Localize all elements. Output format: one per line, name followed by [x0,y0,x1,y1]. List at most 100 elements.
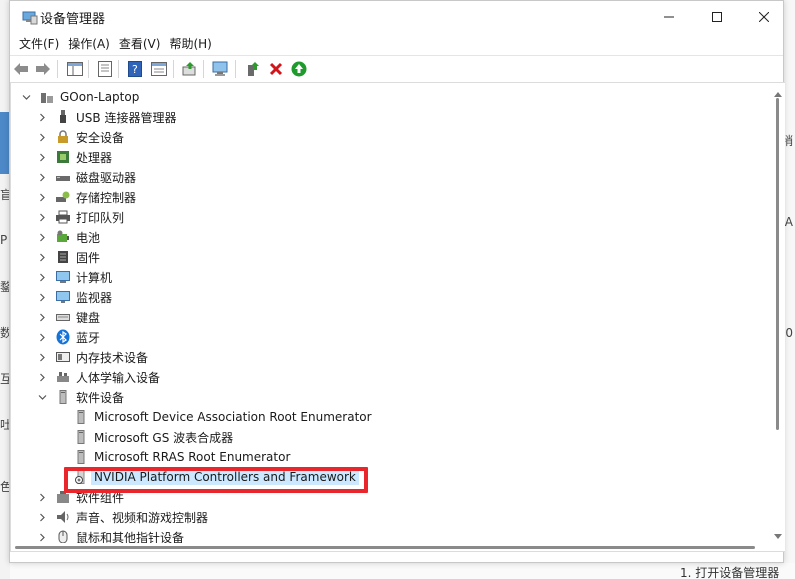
tree-category[interactable]: 监视器 [37,287,112,307]
menu-file[interactable]: 文件(F) [10,35,59,52]
hid-icon [55,369,71,385]
tree-category[interactable]: 键盘 [37,307,100,327]
category-label: 固件 [76,250,101,265]
category-label: 蓝牙 [76,330,101,345]
firmware-icon [55,249,71,265]
menu-help[interactable]: 帮助(H) [160,35,211,52]
chevron-right-icon[interactable] [37,532,47,542]
chevron-right-icon[interactable] [37,272,47,282]
chevron-right-icon[interactable] [37,212,47,222]
tree-device[interactable]: Microsoft GS 波表合成器 [73,427,233,447]
close-button[interactable] [741,1,787,32]
device-label: Microsoft GS 波表合成器 [94,430,234,445]
chevron-right-icon[interactable] [37,112,47,122]
menu-bar: 文件(F) 操作(A) 查看(V) 帮助(H) [10,32,783,54]
tree-category[interactable]: 电池 [37,227,100,247]
category-label: 人体学输入设备 [76,370,161,385]
chevron-right-icon[interactable] [37,372,47,382]
chevron-right-icon[interactable] [37,352,47,362]
tree-device[interactable]: Microsoft RRAS Root Enumerator [73,447,290,467]
category-label: 处理器 [76,150,113,165]
update-driver-icon[interactable] [181,60,199,78]
device-manager-app-icon [22,9,38,25]
device-label: Microsoft RRAS Root Enumerator [94,450,291,464]
category-label: 计算机 [76,270,113,285]
category-label: 软件设备 [76,390,125,405]
chevron-down-icon[interactable] [37,392,47,402]
chevron-right-icon[interactable] [37,172,47,182]
tree-category[interactable]: 声音、视频和游戏控制器 [37,507,208,527]
bluetooth-icon [55,329,71,345]
background-window-bottom: 1. 打开设备管理器 [10,563,795,579]
tree-category[interactable]: 处理器 [37,147,112,167]
chevron-right-icon[interactable] [37,132,47,142]
battery-icon [55,229,71,245]
back-arrow-icon[interactable] [12,60,30,78]
tree-category[interactable]: 安全设备 [37,127,124,147]
category-label: USB 连接器管理器 [76,110,177,125]
properties-sheet-icon[interactable] [96,60,114,78]
vertical-scrollbar[interactable] [771,83,785,543]
rollback-driver-icon[interactable] [290,60,308,78]
background-text: 1. 打开设备管理器 [680,566,780,579]
security-device-icon [55,129,71,145]
tree-category[interactable]: 计算机 [37,267,112,287]
category-label: 内存技术设备 [76,350,149,365]
category-label: 存储控制器 [76,190,137,205]
chevron-right-icon[interactable] [37,512,47,522]
computer-name: GOon-Laptop [60,90,140,104]
category-label: 键盘 [76,310,101,325]
tree-root[interactable]: GOon-Laptop [21,87,139,107]
tree-category-software-devices[interactable]: 软件设备 [37,387,124,407]
chevron-right-icon[interactable] [37,192,47,202]
software-device-icon [73,449,89,465]
tree-category[interactable]: 固件 [37,247,100,267]
scan-hardware-changes-icon[interactable] [212,60,230,78]
show-hide-console-tree-icon[interactable] [66,60,84,78]
tree-device[interactable]: Microsoft Device Association Root Enumer… [73,407,372,427]
chevron-right-icon[interactable] [37,252,47,262]
chevron-right-icon[interactable] [37,312,47,322]
tree-category[interactable]: 人体学输入设备 [37,367,160,387]
tree-category[interactable]: 存储控制器 [37,187,136,207]
horizontal-scroll-thumb[interactable] [15,546,755,549]
tree-category[interactable]: 磁盘驱动器 [37,167,136,187]
category-label: 监视器 [76,290,113,305]
title-bar[interactable]: 设备管理器 [10,1,783,32]
chevron-right-icon[interactable] [37,332,47,342]
category-label: 声音、视频和游戏控制器 [76,510,209,525]
computer-icon [39,89,55,105]
menu-view[interactable]: 查看(V) [110,35,161,52]
chevron-right-icon[interactable] [37,492,47,502]
tree-category[interactable]: USB 连接器管理器 [37,107,176,127]
background-accent-bar [0,112,9,174]
printer-icon [55,209,71,225]
horizontal-scrollbar[interactable] [11,543,771,551]
memory-device-icon [55,349,71,365]
category-label: 安全设备 [76,130,125,145]
toolbar: ? [10,55,783,83]
uninstall-device-icon[interactable] [267,60,285,78]
category-label: 磁盘驱动器 [76,170,137,185]
svg-text:?: ? [132,63,138,76]
maximize-button[interactable] [694,1,740,32]
tree-category[interactable]: 蓝牙 [37,327,100,347]
menu-action[interactable]: 操作(A) [59,35,110,52]
disk-drive-icon [55,169,71,185]
tree-category[interactable]: 打印队列 [37,207,124,227]
usb-connector-icon [55,109,71,125]
tree-category[interactable]: 内存技术设备 [37,347,148,367]
minimize-button[interactable] [646,1,692,32]
chevron-right-icon[interactable] [37,292,47,302]
chevron-right-icon[interactable] [37,232,47,242]
enable-device-icon[interactable] [244,60,262,78]
chevron-right-icon[interactable] [37,152,47,162]
vertical-scroll-thumb[interactable] [776,98,779,430]
view-details-icon[interactable] [150,60,168,78]
category-label: 电池 [76,230,101,245]
scroll-down-icon[interactable] [774,529,782,543]
help-icon[interactable]: ? [126,60,144,78]
forward-arrow-icon[interactable] [34,60,52,78]
chevron-down-icon[interactable] [21,92,31,102]
device-manager-window: 设备管理器 文件(F) 操作(A) 查看(V) 帮助(H) ? GOon-Lap… [9,0,785,563]
